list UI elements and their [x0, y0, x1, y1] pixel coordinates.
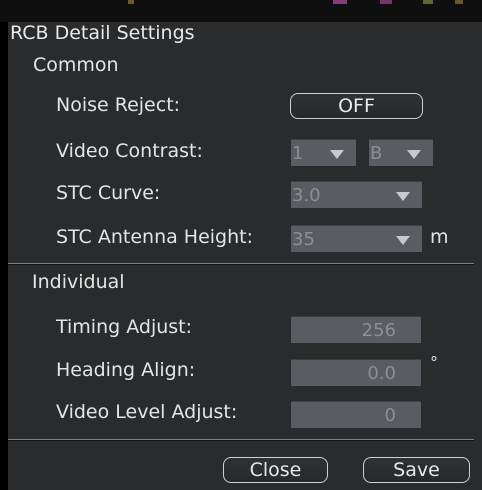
stc-antenna-height-unit: m: [430, 226, 449, 248]
background-decoration: [333, 0, 347, 4]
background-decoration: [455, 0, 463, 4]
chevron-down-icon: [396, 236, 410, 245]
chevron-down-icon: [407, 150, 421, 159]
footer-divider: [8, 439, 474, 441]
video-level-adjust-field[interactable]: 0: [291, 401, 421, 428]
video-contrast-label: Video Contrast:: [56, 140, 203, 162]
stc-curve-dropdown[interactable]: 3.0: [291, 181, 422, 208]
video-contrast-level-dropdown[interactable]: 1: [291, 139, 356, 166]
section-common-label: Common: [33, 54, 119, 76]
background-decoration: [423, 0, 433, 4]
close-button[interactable]: Close: [223, 457, 328, 483]
video-contrast-level-value: 1: [292, 143, 304, 164]
dialog-title: RCB Detail Settings: [10, 22, 195, 44]
timing-adjust-label: Timing Adjust:: [56, 316, 193, 338]
stc-curve-value: 3.0: [292, 185, 321, 206]
stc-antenna-height-label: STC Antenna Height:: [56, 226, 254, 248]
chevron-down-icon: [396, 192, 410, 201]
background-decoration: [128, 0, 134, 4]
heading-align-field[interactable]: 0.0: [291, 359, 421, 386]
background-decoration: [380, 0, 392, 4]
rcb-detail-settings-dialog: RCB Detail Settings Common Noise Reject:…: [8, 22, 482, 490]
video-contrast-curve-value: B: [370, 143, 383, 164]
noise-reject-toggle-button[interactable]: OFF: [290, 93, 423, 119]
section-divider: [8, 263, 474, 265]
stc-antenna-height-dropdown[interactable]: 35: [291, 225, 422, 252]
section-individual-label: Individual: [32, 271, 125, 293]
stc-antenna-height-value: 35: [292, 229, 315, 250]
stc-curve-label: STC Curve:: [56, 182, 161, 204]
save-button[interactable]: Save: [363, 457, 470, 483]
chevron-down-icon: [330, 150, 344, 159]
noise-reject-label: Noise Reject:: [56, 94, 181, 116]
video-level-adjust-label: Video Level Adjust:: [56, 401, 238, 423]
timing-adjust-field[interactable]: 256: [291, 316, 421, 343]
background-strip: [0, 0, 482, 22]
heading-align-label: Heading Align:: [56, 359, 196, 381]
heading-align-unit: °: [430, 353, 438, 372]
video-contrast-curve-dropdown[interactable]: B: [369, 139, 433, 166]
